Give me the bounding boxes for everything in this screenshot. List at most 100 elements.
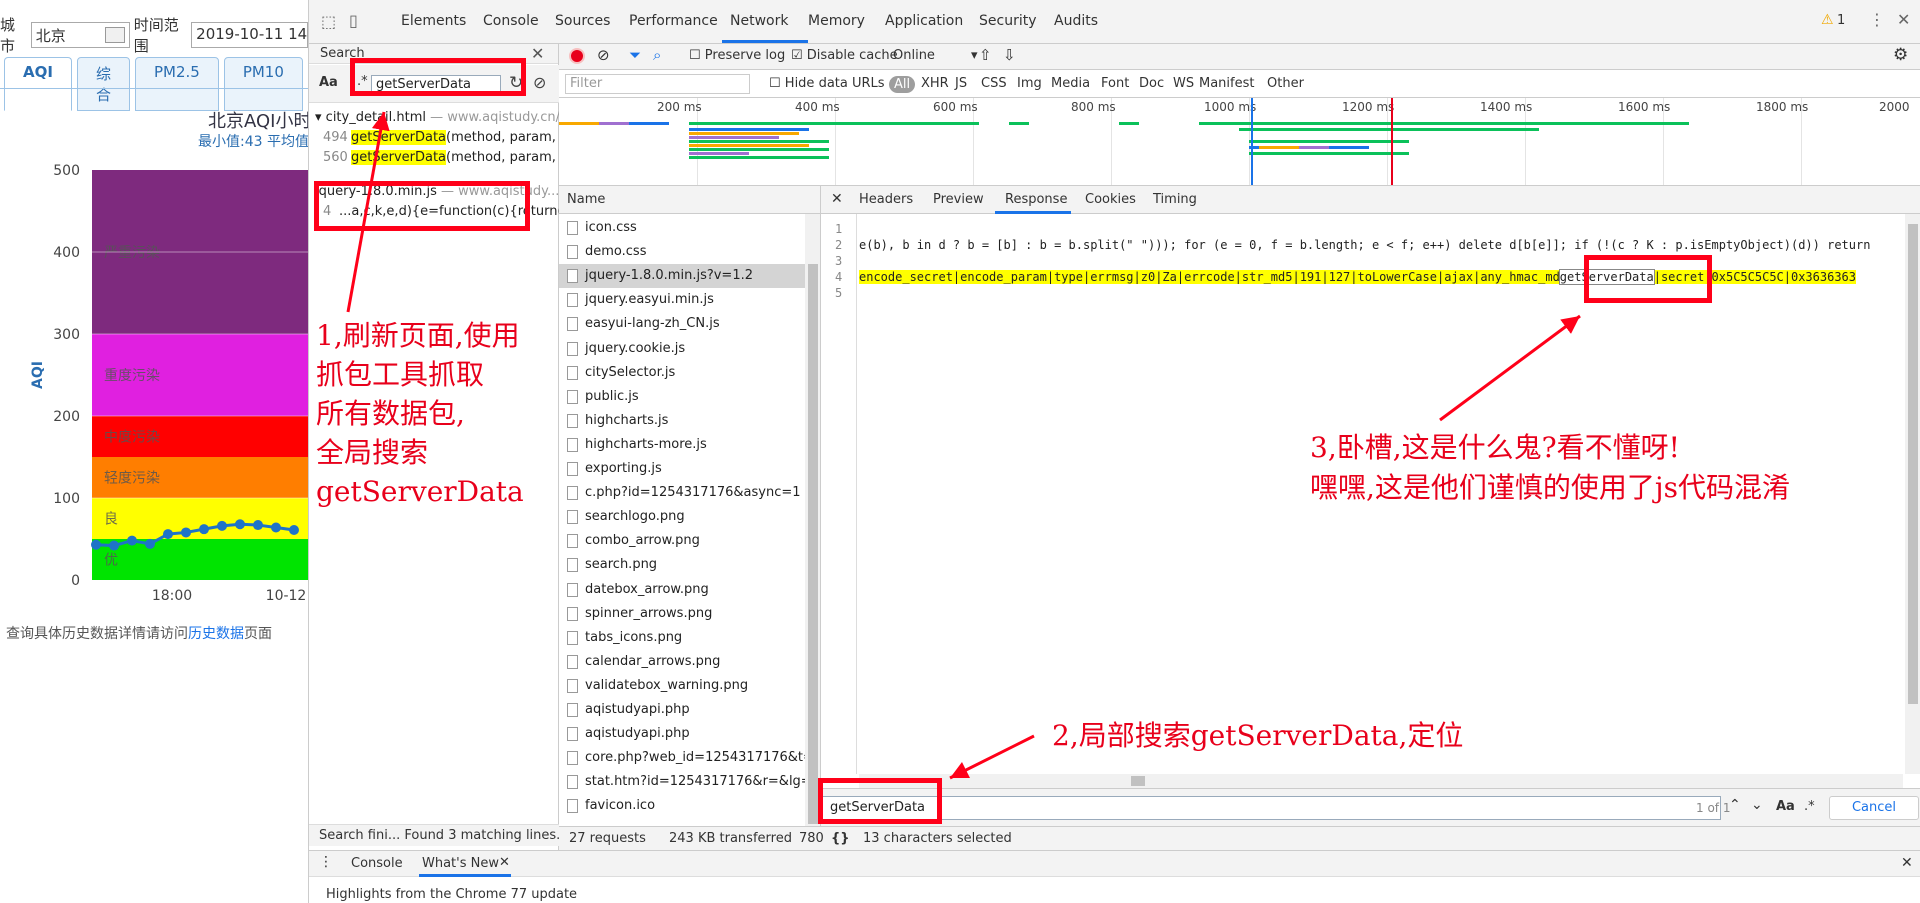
history-data-link[interactable]: 历史数据 — [188, 626, 244, 642]
name-column-header[interactable]: Name — [559, 186, 820, 214]
request-row[interactable]: easyui-lang-zh_CN.js — [559, 312, 805, 336]
tab-response[interactable]: Response — [1005, 192, 1067, 207]
tab-pm25[interactable]: PM2.5 — [134, 57, 219, 111]
request-row[interactable]: spinner_arrows.png — [559, 602, 805, 626]
gear-icon[interactable]: ⚙ — [1893, 45, 1908, 65]
request-row[interactable]: citySelector.js — [559, 361, 805, 385]
request-row[interactable]: c.php?id=1254317176&async=1 — [559, 481, 805, 505]
request-row[interactable]: jquery.cookie.js — [559, 337, 805, 361]
tab-pm10[interactable]: PM10 — [223, 57, 303, 111]
type-filter-all[interactable]: All — [889, 76, 916, 93]
disable-cache-checkbox[interactable]: ☑ Disable cache — [791, 48, 898, 63]
tab-performance[interactable]: Performance — [629, 13, 718, 29]
request-list-scrollbar[interactable] — [805, 214, 820, 826]
filter-input[interactable]: Filter — [565, 74, 750, 94]
tab-sources[interactable]: Sources — [555, 13, 610, 29]
close-devtools-icon[interactable]: ✕ — [1897, 10, 1910, 29]
tab-application[interactable]: Application — [885, 13, 963, 29]
request-row[interactable]: aqistudyapi.php — [559, 698, 805, 722]
close-detail-icon[interactable]: ✕ — [831, 191, 843, 207]
record-icon[interactable] — [569, 48, 585, 64]
match-case-toggle[interactable]: Aa — [1776, 799, 1795, 814]
close-search-icon[interactable]: ✕ — [531, 44, 544, 63]
vertical-scrollbar[interactable] — [1905, 214, 1920, 774]
drawer-menu-icon[interactable]: ⋮ — [319, 854, 333, 870]
request-row[interactable]: validatebox_warning.png — [559, 674, 805, 698]
type-filter-other[interactable]: Other — [1267, 76, 1304, 91]
more-menu-icon[interactable]: ⋮ — [1869, 10, 1885, 29]
type-filter-font[interactable]: Font — [1101, 76, 1129, 91]
request-row[interactable]: highcharts.js — [559, 409, 805, 433]
type-filter-xhr[interactable]: XHR — [921, 76, 949, 91]
search-icon[interactable]: ⌕ — [653, 46, 661, 64]
request-row[interactable]: icon.css — [559, 216, 805, 240]
time-range-input[interactable]: 2019-10-11 14 — [191, 22, 308, 48]
warning-icon[interactable]: ⚠ — [1821, 12, 1834, 28]
drawer-tab-whats-new[interactable]: What's New — [422, 856, 499, 871]
clear-search-icon[interactable]: ⊘ — [533, 73, 546, 92]
find-input[interactable]: getServerData — [821, 796, 1721, 820]
drawer-tab-console[interactable]: Console — [351, 856, 403, 871]
inspect-icon[interactable]: ⬚ — [321, 12, 336, 31]
request-row[interactable]: jquery-1.8.0.min.js?v=1.2 — [559, 264, 805, 289]
request-row[interactable]: jquery.easyui.min.js — [559, 288, 805, 312]
tab-security[interactable]: Security — [979, 13, 1037, 29]
scrollbar-thumb[interactable] — [808, 264, 818, 824]
tab-elements[interactable]: Elements — [401, 13, 466, 29]
result-line[interactable]: 560 getServerData(method, param, ... — [323, 150, 572, 165]
close-drawer-icon[interactable]: ✕ — [1901, 855, 1913, 871]
cancel-button[interactable]: Cancel — [1829, 796, 1919, 820]
match-case-toggle[interactable]: Aa — [319, 75, 338, 90]
pretty-print-icon[interactable]: {} — [831, 831, 850, 846]
scrollbar-thumb[interactable] — [1131, 776, 1145, 786]
tab-cookies[interactable]: Cookies — [1085, 192, 1136, 207]
request-row[interactable]: stat.htm?id=1254317176&r=&lg=zh — [559, 770, 805, 794]
request-row[interactable]: combo_arrow.png — [559, 529, 805, 553]
type-filter-js[interactable]: JS — [955, 76, 967, 91]
export-har-icon[interactable]: ⇩ — [1003, 46, 1016, 64]
request-row[interactable]: search.png — [559, 553, 805, 577]
result-line[interactable]: 494 getServerData(method, param, ... — [323, 130, 572, 145]
hide-data-urls-checkbox[interactable]: ☐ Hide data URLs — [769, 76, 885, 91]
type-filter-ws[interactable]: WS — [1173, 76, 1194, 91]
import-har-icon[interactable]: ⇧ — [979, 46, 992, 64]
request-row[interactable]: tabs_icons.png — [559, 626, 805, 650]
type-filter-manifest[interactable]: Manifest — [1199, 76, 1254, 91]
result-file[interactable]: ▾ city_detail.html — www.aqistudy.cn/... — [315, 110, 572, 125]
request-row[interactable]: highcharts-more.js — [559, 433, 805, 457]
chevron-up-icon[interactable]: ⌃ — [1729, 797, 1741, 813]
tab-headers[interactable]: Headers — [859, 192, 913, 207]
tab-console[interactable]: Console — [483, 13, 539, 29]
preserve-log-checkbox[interactable]: ☐ Preserve log — [689, 48, 785, 63]
tab-audits[interactable]: Audits — [1054, 13, 1098, 29]
request-row[interactable]: favicon.ico — [559, 794, 805, 818]
request-row[interactable]: public.js — [559, 385, 805, 409]
throttle-select[interactable]: Online ▾ — [893, 48, 977, 63]
close-tab-icon[interactable]: ✕ — [499, 855, 510, 870]
request-row[interactable]: exporting.js — [559, 457, 805, 481]
filter-icon[interactable]: ⏷ — [629, 46, 641, 64]
request-row[interactable]: core.php?web_id=1254317176&t=q — [559, 746, 805, 770]
scrollbar-thumb[interactable] — [1908, 224, 1918, 704]
request-row[interactable]: aqistudyapi.php — [559, 722, 805, 746]
clear-icon[interactable]: ⊘ — [597, 46, 610, 64]
city-select[interactable]: 北京 — [30, 22, 130, 48]
tab-timing[interactable]: Timing — [1153, 192, 1197, 207]
network-overview[interactable]: 200 ms 400 ms 600 ms 800 ms 1000 ms 1200… — [559, 98, 1920, 186]
device-toolbar-icon[interactable]: ▯ — [349, 11, 358, 30]
tab-preview[interactable]: Preview — [933, 192, 984, 207]
type-filter-img[interactable]: Img — [1017, 76, 1042, 91]
regex-toggle[interactable]: .* — [1804, 799, 1815, 814]
request-row[interactable]: calendar_arrows.png — [559, 650, 805, 674]
request-row[interactable]: demo.css — [559, 240, 805, 264]
chevron-down-icon[interactable]: ⌄ — [1751, 797, 1763, 813]
type-filter-media[interactable]: Media — [1051, 76, 1090, 91]
tab-memory[interactable]: Memory — [808, 13, 865, 29]
horizontal-scrollbar[interactable] — [859, 774, 1903, 788]
tab-overall[interactable]: 综合 — [76, 57, 130, 111]
request-row[interactable]: datebox_arrow.png — [559, 578, 805, 602]
type-filter-css[interactable]: CSS — [981, 76, 1007, 91]
tab-network[interactable]: Network — [730, 13, 788, 29]
tab-aqi[interactable]: AQI — [4, 57, 72, 111]
type-filter-doc[interactable]: Doc — [1139, 76, 1164, 91]
